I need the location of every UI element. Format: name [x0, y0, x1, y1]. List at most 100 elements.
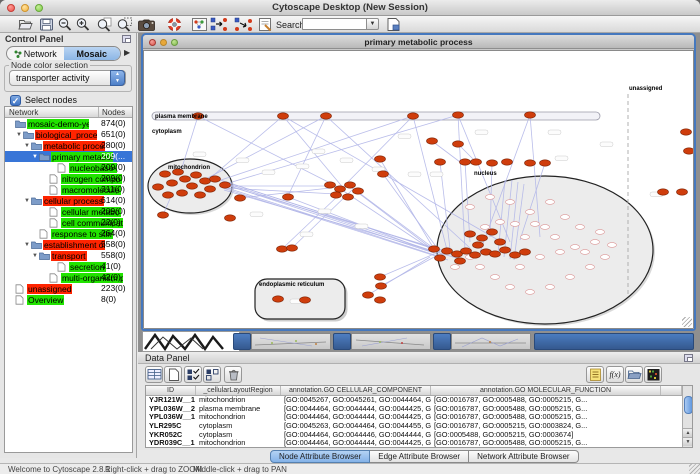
graph-node[interactable] — [180, 176, 191, 182]
graph-node-small[interactable] — [516, 265, 525, 270]
table-row[interactable]: YKR052Ccytoplasm[GO:0044464, GO:0044446,… — [146, 431, 692, 440]
snapshot-icon[interactable] — [137, 17, 157, 32]
graph-node-small[interactable] — [571, 245, 580, 250]
select-nodes-checkbox[interactable]: ✓ — [10, 95, 21, 106]
graph-node[interactable] — [210, 176, 221, 182]
graph-node[interactable] — [345, 182, 356, 188]
new-attribute-button[interactable] — [164, 366, 182, 383]
graph-node[interactable] — [167, 180, 178, 186]
graph-node-small[interactable] — [546, 200, 555, 205]
graph-node-small[interactable] — [491, 275, 500, 280]
tree-row[interactable]: response to stimul264(0) — [5, 228, 132, 239]
graph-node-small[interactable] — [541, 225, 550, 230]
graph-node[interactable] — [502, 159, 513, 165]
unselect-attributes-button[interactable] — [203, 366, 221, 383]
graph-node-small[interactable] — [601, 255, 610, 260]
formula-builder-button[interactable]: f(x) — [606, 366, 624, 383]
expand-arrow-icon[interactable]: ▼ — [31, 253, 39, 259]
float-panel-icon[interactable] — [122, 35, 131, 43]
graph-node-small[interactable] — [608, 243, 617, 248]
graph-node[interactable] — [273, 296, 284, 302]
table-row[interactable]: YJR121W__1mitochondrion[GO:0045267, GO:0… — [146, 396, 692, 405]
column-header[interactable]: annotation.GO MOLECULAR_FUNCTION — [431, 386, 661, 395]
app-resize-grip[interactable] — [689, 463, 700, 474]
graph-node-small[interactable] — [506, 285, 515, 290]
graph-node-small[interactable] — [481, 225, 490, 230]
network-view-window[interactable]: primary metabolic process plasma membran… — [141, 33, 696, 331]
tree-row[interactable]: cellular metabo209(0) — [5, 206, 132, 217]
tree-row[interactable]: ▼establishment of lo558(0) — [5, 239, 132, 250]
graph-node[interactable] — [158, 212, 169, 218]
graph-node[interactable] — [658, 189, 669, 195]
scrollbar-thumb[interactable] — [684, 396, 693, 414]
graph-edge[interactable] — [380, 254, 434, 277]
scroll-up-button[interactable]: ▲ — [683, 428, 693, 437]
graph-edge[interactable] — [224, 190, 460, 259]
graph-node[interactable] — [435, 159, 446, 165]
tab-node-attribute-browser[interactable]: Node Attribute Browser — [270, 450, 370, 463]
graph-node[interactable] — [453, 141, 464, 147]
graph-node[interactable] — [677, 189, 688, 195]
tab-edge-attribute-browser[interactable]: Edge Attribute Browser — [370, 450, 469, 463]
graph-node-small[interactable] — [586, 265, 595, 270]
zoom-selected-icon[interactable] — [116, 17, 133, 32]
graph-node[interactable] — [460, 159, 471, 165]
graph-node[interactable] — [473, 242, 484, 248]
graph-node[interactable] — [376, 283, 387, 289]
graph-node[interactable] — [300, 297, 311, 303]
graph-node-small[interactable] — [566, 275, 575, 280]
graph-node[interactable] — [153, 184, 164, 190]
graph-node[interactable] — [470, 252, 481, 258]
graph-node[interactable] — [287, 245, 298, 251]
graph-node[interactable] — [321, 113, 332, 119]
tree-row[interactable]: Overview8(0) — [5, 294, 132, 305]
network-window-resize-grip[interactable] — [682, 317, 692, 327]
graph-node-small[interactable] — [506, 200, 515, 205]
graph-node-small[interactable] — [511, 222, 520, 227]
search-input[interactable] — [302, 18, 366, 30]
expand-arrow-icon[interactable]: ▼ — [23, 242, 31, 248]
tree-row[interactable]: ▼biological_process651(0) — [5, 129, 132, 140]
save-session-icon[interactable] — [38, 17, 55, 32]
background-window[interactable] — [251, 333, 331, 350]
table-scrollbar[interactable]: ▲ ▼ — [682, 386, 693, 447]
graph-node[interactable] — [540, 160, 551, 166]
select-attributes-button[interactable] — [184, 366, 202, 383]
layout-a-icon[interactable] — [210, 17, 230, 32]
graph-node[interactable] — [520, 249, 531, 255]
zoom-in-icon[interactable] — [75, 17, 92, 32]
tab-overflow-arrow[interactable]: ▶ — [124, 48, 130, 57]
tree-row[interactable]: nucleobase-209(0) — [5, 162, 132, 173]
graph-node[interactable] — [453, 112, 464, 118]
background-window[interactable] — [351, 333, 431, 350]
column-header[interactable]: _cellularLayoutRegion — [196, 386, 281, 395]
graph-edge[interactable] — [340, 116, 413, 190]
background-window-icon[interactable] — [433, 333, 451, 350]
table-row[interactable]: YPL036W__1mitochondrion[GO:0044464, GO:0… — [146, 413, 692, 422]
graph-node[interactable] — [163, 192, 174, 198]
graph-node[interactable] — [455, 258, 466, 264]
graph-node-small[interactable] — [581, 250, 590, 255]
graph-node-small[interactable] — [466, 205, 475, 210]
graph-edge[interactable] — [413, 116, 447, 250]
expand-arrow-icon[interactable]: ▼ — [23, 143, 31, 149]
attribute-table-header[interactable]: ID_cellularLayoutRegionannotation.GO CEL… — [146, 386, 692, 396]
graph-node-small[interactable] — [521, 235, 530, 240]
graph-node[interactable] — [283, 194, 294, 200]
search-dropdown-button[interactable]: ▼ — [366, 18, 379, 30]
graph-node[interactable] — [177, 190, 188, 196]
graph-node[interactable] — [343, 194, 354, 200]
graph-node[interactable] — [195, 192, 206, 198]
tab-network[interactable]: Network — [7, 47, 64, 60]
attribute-table[interactable]: ID_cellularLayoutRegionannotation.GO CEL… — [145, 385, 693, 448]
background-network-window[interactable] — [142, 331, 240, 352]
graph-node[interactable] — [427, 138, 438, 144]
graph-node[interactable] — [331, 192, 342, 198]
graph-node[interactable] — [375, 297, 386, 303]
graph-node[interactable] — [461, 248, 472, 254]
background-window-icon[interactable] — [333, 333, 351, 350]
graph-node[interactable] — [684, 148, 694, 154]
layout-b-icon[interactable] — [234, 17, 254, 32]
float-data-panel-icon[interactable] — [684, 354, 693, 362]
graph-node-small[interactable] — [576, 225, 585, 230]
